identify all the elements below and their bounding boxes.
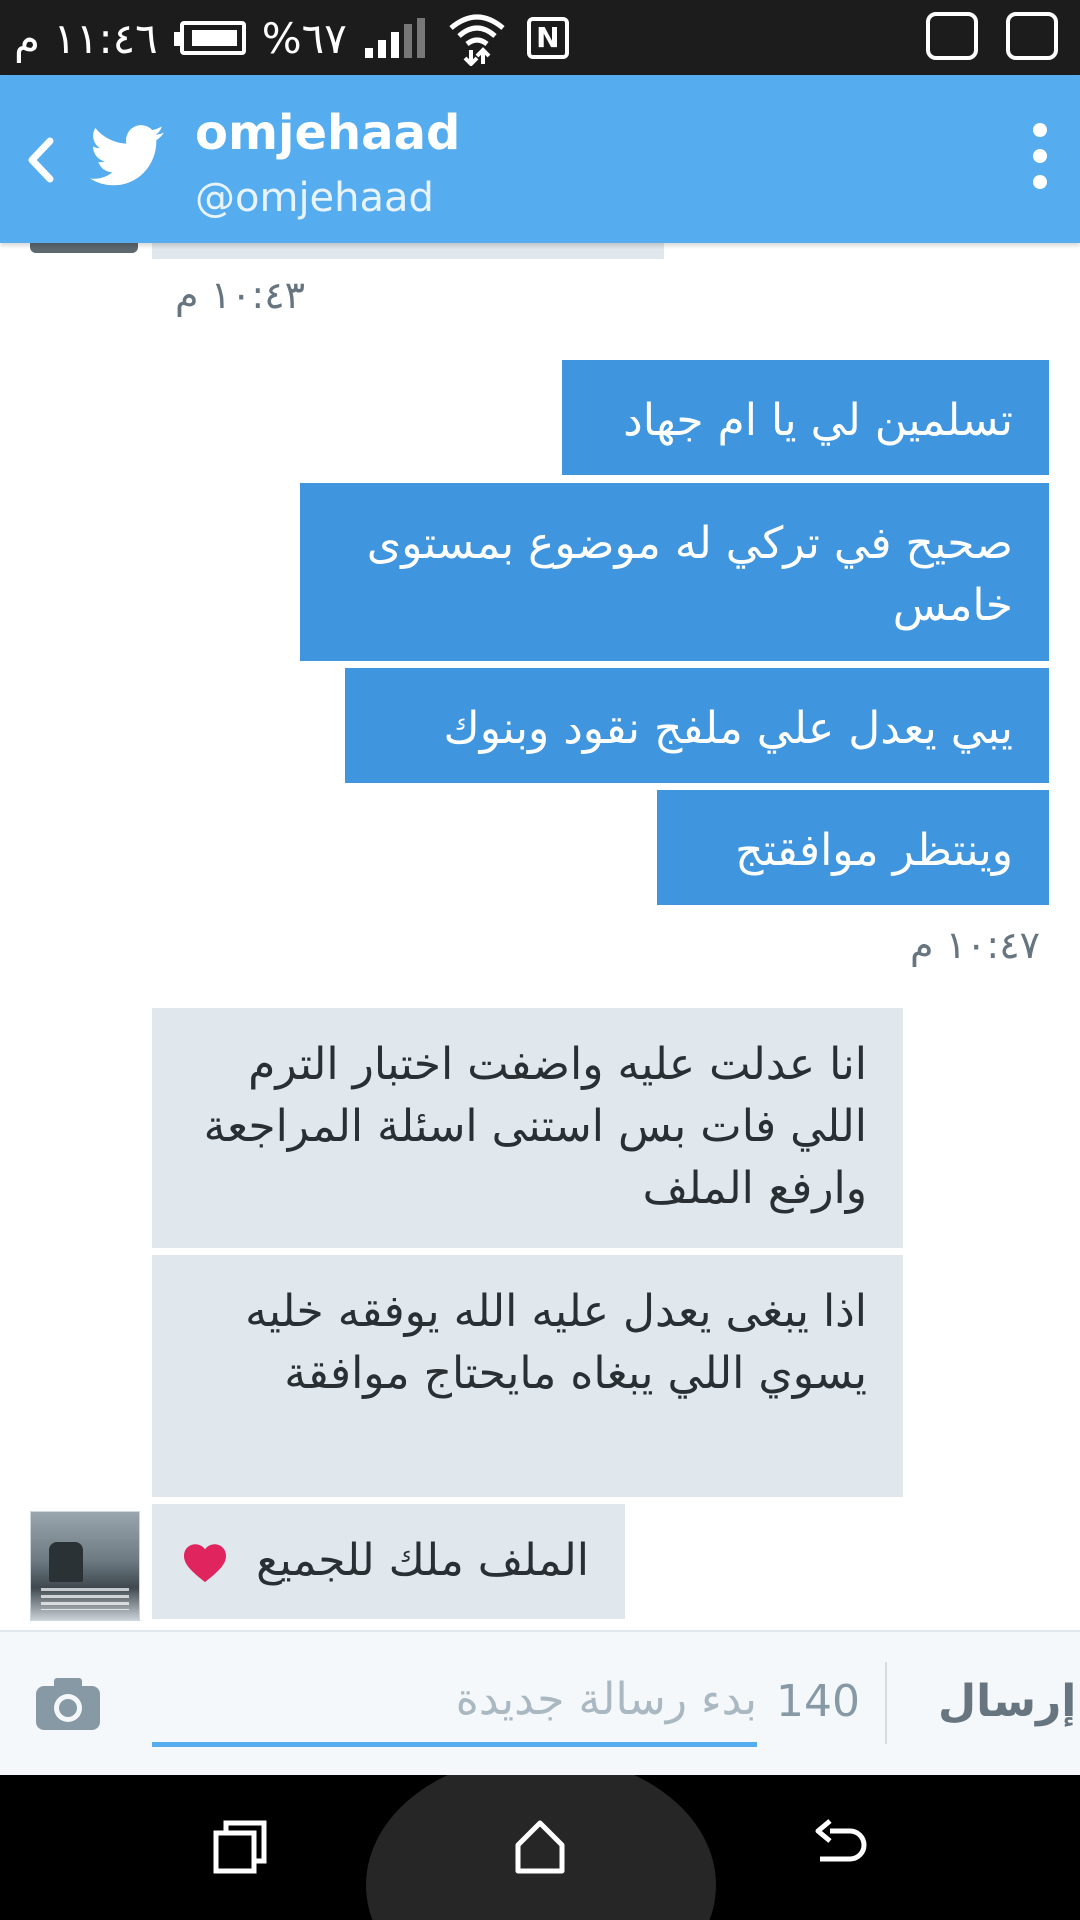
message-bubble-outgoing[interactable]: صحيح في تركي له موضوع بمستوى خامس [300, 483, 1049, 661]
message-bubble-outgoing[interactable]: تسلمين لي يا ام جهاد [562, 360, 1049, 475]
battery-saver-icon [1006, 12, 1058, 60]
heart-icon [184, 1544, 227, 1583]
navigation-bar [0, 1775, 1080, 1920]
signal-icon [364, 18, 425, 58]
twitter-bird-icon [90, 125, 164, 186]
conversation-name: omjehaad [195, 105, 461, 161]
home-icon[interactable] [510, 1817, 570, 1877]
nfc-icon: N [526, 17, 569, 59]
conversation-handle: @omjehaad [195, 175, 434, 221]
message-bubble-outgoing[interactable]: وينتظر موافقتج [657, 790, 1049, 905]
status-time: ١١:٤٦ م [14, 13, 158, 63]
character-counter: 140 [776, 1676, 860, 1727]
message-input-placeholder: بدء رسالة جديدة [455, 1674, 757, 1725]
avatar[interactable] [30, 243, 138, 253]
wifi-icon [449, 14, 505, 66]
app-bar: omjehaad @omjehaad [0, 75, 1080, 243]
message-input[interactable]: بدء رسالة جديدة [152, 1662, 757, 1747]
send-button[interactable]: إرسال [938, 1676, 1076, 1727]
recent-apps-icon[interactable] [210, 1817, 270, 1877]
avatar[interactable] [30, 1511, 140, 1621]
status-bar: ١١:٤٦ م %٦٧ N [0, 0, 1080, 75]
back-nav-icon[interactable] [810, 1817, 870, 1877]
composer: بدء رسالة جديدة 140 إرسال [0, 1630, 1080, 1777]
back-icon[interactable] [20, 135, 60, 185]
camera-icon[interactable] [34, 1676, 102, 1732]
message-bubble-incoming [152, 243, 664, 259]
message-list[interactable]: ١٠:٤٣ م تسلمين لي يا ام جهاد صحيح في ترك… [0, 243, 1080, 1630]
message-timestamp: ١٠:٤٣ م [175, 273, 306, 317]
message-bubble-incoming[interactable]: الملف ملك للجميع [152, 1504, 625, 1619]
message-bubble-outgoing[interactable]: يبي يعدل علي ملفج نقود وبنوك [345, 668, 1049, 783]
message-text: الملف ملك للجميع [256, 1535, 589, 1586]
divider [885, 1662, 887, 1744]
message-bubble-incoming[interactable]: انا عدلت عليه واضفت اختبار الترم اللي فا… [152, 1008, 903, 1248]
battery-icon [173, 21, 246, 55]
bbm-icon [926, 12, 978, 60]
overflow-menu-icon[interactable] [1030, 123, 1050, 193]
message-bubble-incoming[interactable]: اذا يبغى يعدل عليه الله يوفقه خليه يسوي … [152, 1255, 903, 1497]
message-timestamp: ١٠:٤٧ م [910, 923, 1041, 967]
battery-percent: %٦٧ [261, 13, 347, 63]
